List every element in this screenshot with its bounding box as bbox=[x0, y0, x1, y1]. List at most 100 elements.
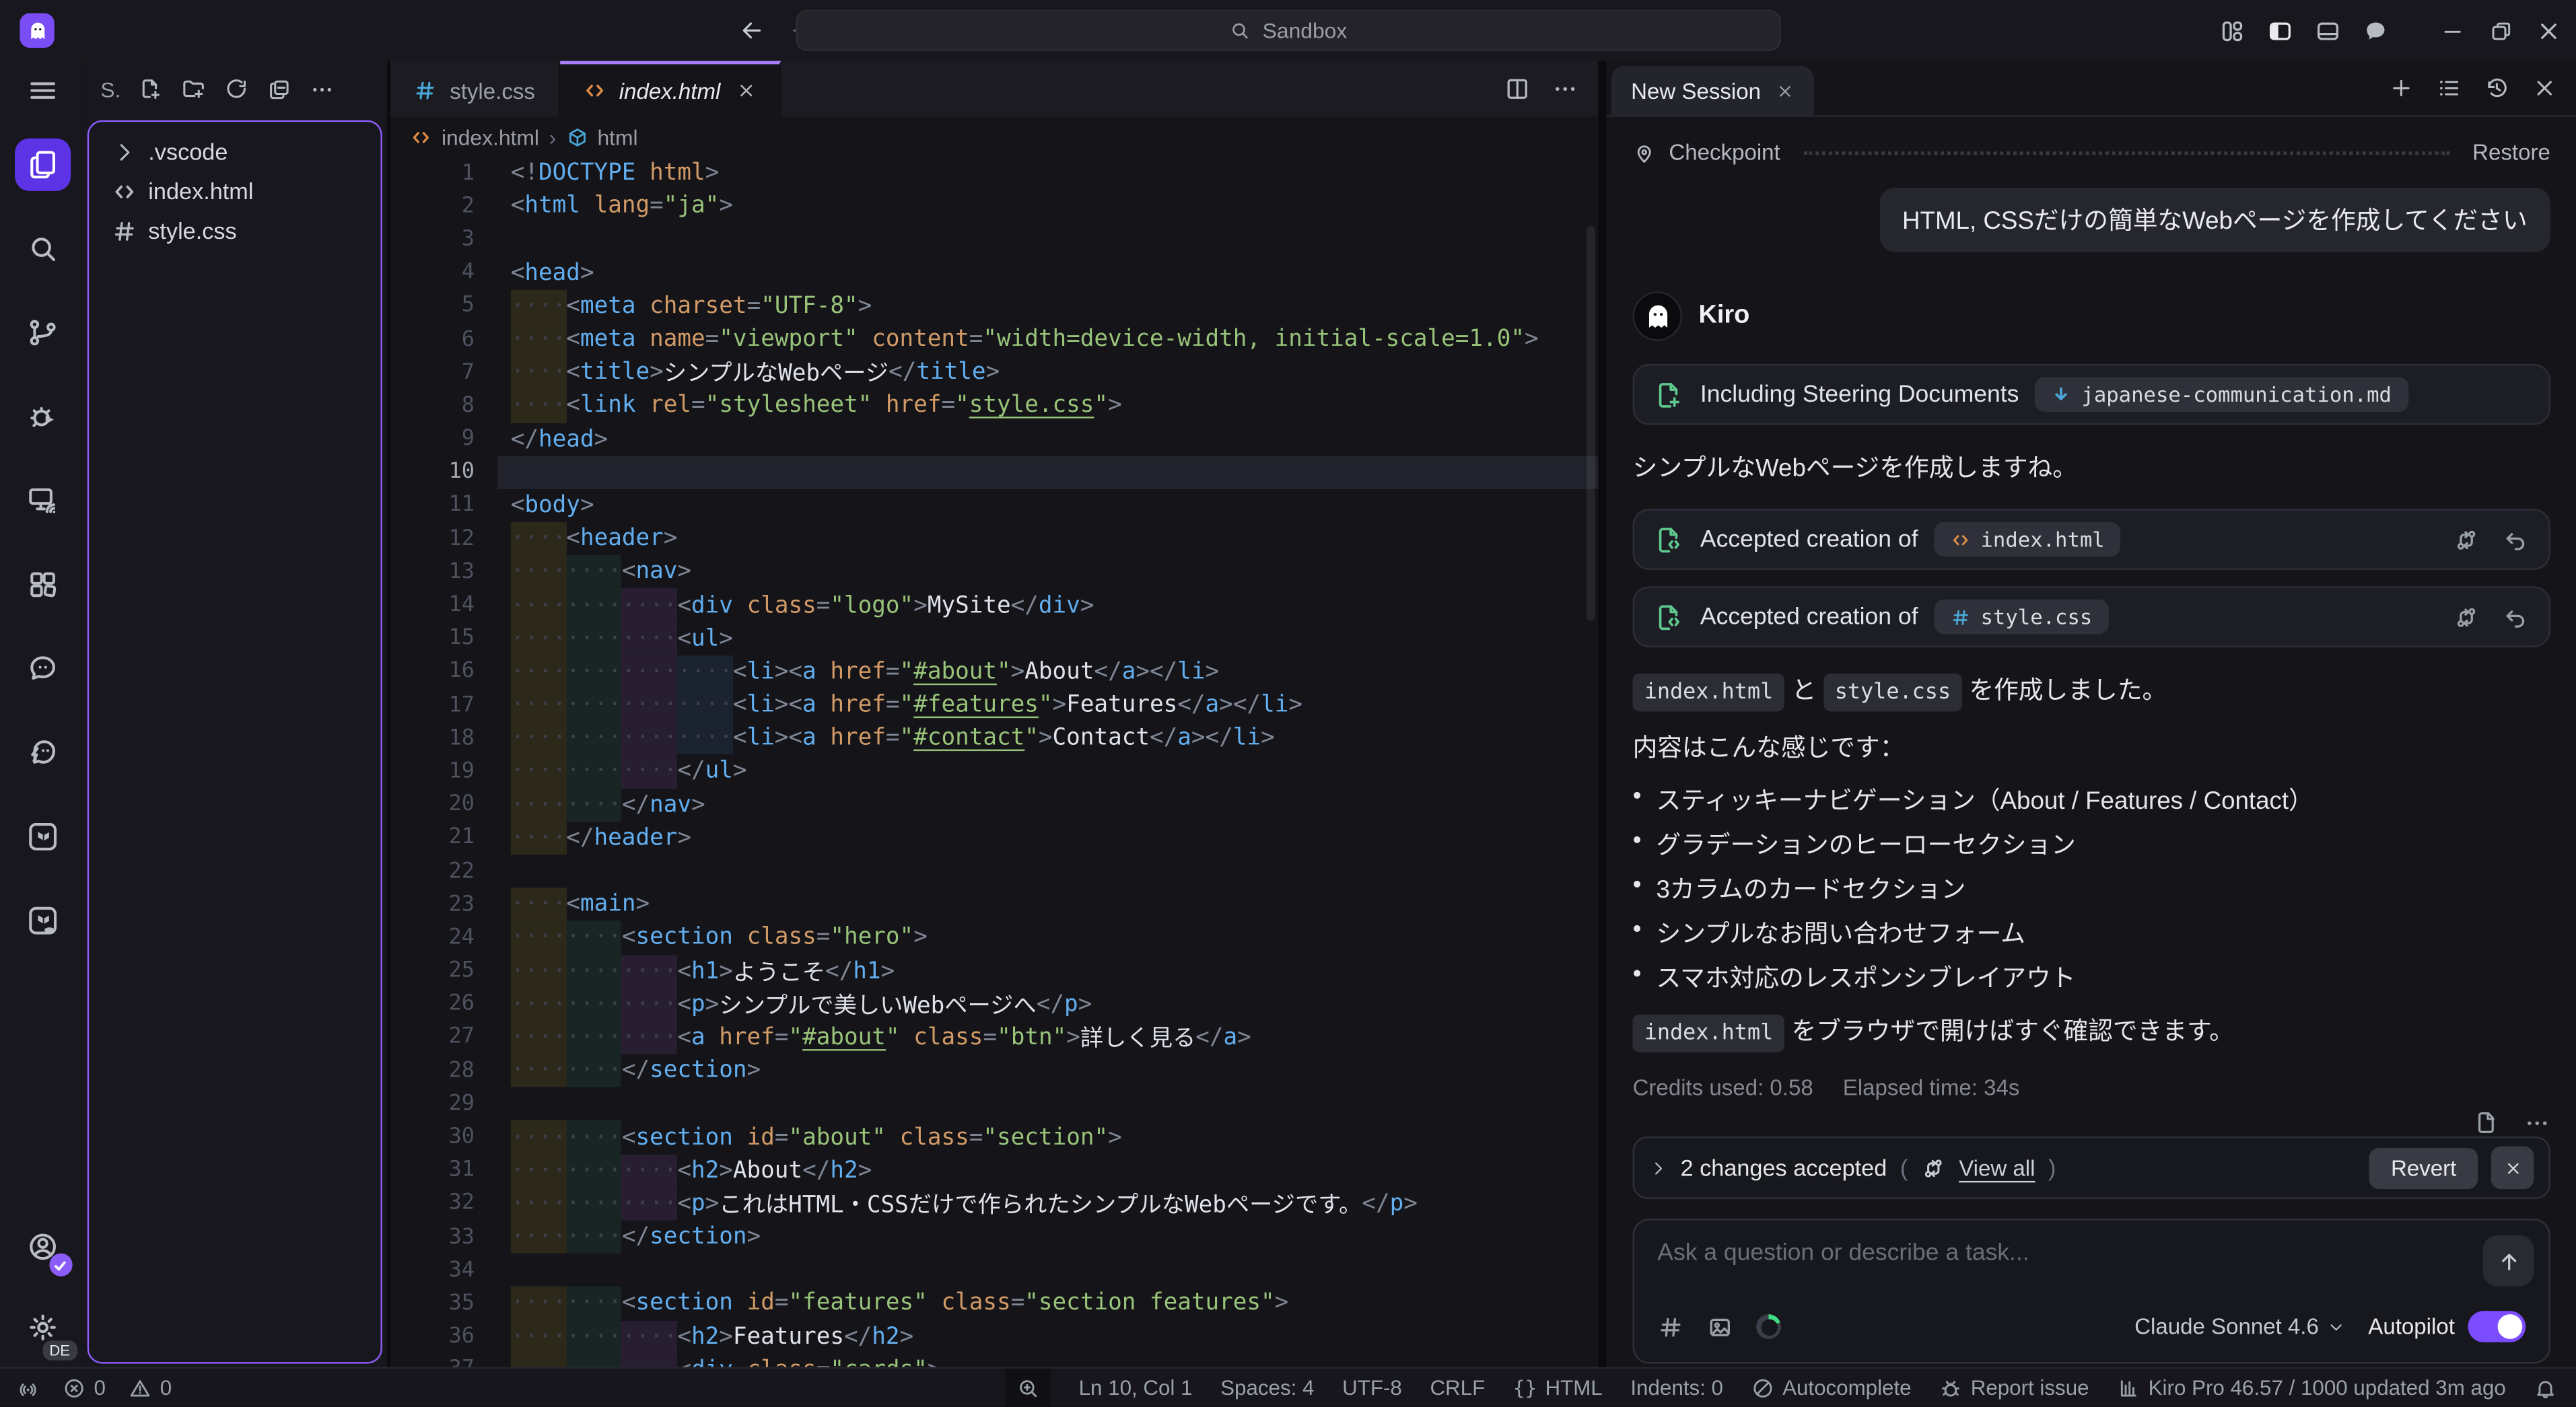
dismiss-changes-button[interactable] bbox=[2491, 1147, 2534, 1190]
code-line[interactable]: 23····<main> bbox=[390, 888, 1598, 921]
status-cursor-position[interactable]: Ln 10, Col 1 bbox=[1079, 1375, 1193, 1400]
code-line[interactable]: 6····<meta name="viewport" content="widt… bbox=[390, 323, 1598, 356]
diff-icon[interactable] bbox=[2453, 526, 2479, 552]
activity-terraform[interactable] bbox=[14, 810, 70, 863]
status-remote-indicator[interactable] bbox=[16, 1376, 39, 1399]
activity-remote[interactable] bbox=[14, 474, 70, 527]
code-line[interactable]: 9</head> bbox=[390, 423, 1598, 456]
autopilot-toggle[interactable] bbox=[2468, 1311, 2526, 1342]
file-chip[interactable]: style.css bbox=[1823, 674, 1963, 711]
close-icon[interactable] bbox=[2536, 17, 2562, 44]
activity-menu-button[interactable] bbox=[14, 64, 70, 116]
activity-debug[interactable] bbox=[14, 390, 70, 443]
code-line[interactable]: 21····</header> bbox=[390, 822, 1598, 855]
code-line[interactable]: 37············<div class="cards"> bbox=[390, 1353, 1598, 1367]
session-close-icon[interactable] bbox=[1776, 81, 1794, 100]
status-encoding[interactable]: UTF-8 bbox=[1342, 1375, 1402, 1400]
undo-icon[interactable] bbox=[2503, 526, 2529, 552]
more-icon[interactable] bbox=[310, 77, 335, 102]
status-report-issue[interactable]: Report issue bbox=[1939, 1375, 2089, 1400]
panel-bottom-icon[interactable] bbox=[2315, 17, 2341, 44]
code-line[interactable]: 7····<title>シンプルなWebページ</title> bbox=[390, 356, 1598, 389]
code-line[interactable]: 19············</ul> bbox=[390, 755, 1598, 788]
usage-ring-icon[interactable] bbox=[1756, 1314, 1781, 1339]
status-notifications[interactable] bbox=[2534, 1376, 2556, 1399]
model-selector[interactable]: Claude Sonnet 4.6 bbox=[2134, 1314, 2345, 1339]
code-line[interactable]: 31············<h2>About</h2> bbox=[390, 1154, 1598, 1187]
code-line[interactable]: 33········</section> bbox=[390, 1221, 1598, 1254]
back-icon[interactable] bbox=[738, 16, 767, 44]
history-icon[interactable] bbox=[2484, 76, 2509, 101]
code-editor[interactable]: 1<!DOCTYPE html>2<html lang="ja">34<head… bbox=[390, 157, 1598, 1367]
code-line[interactable]: 20········</nav> bbox=[390, 788, 1598, 821]
code-line[interactable]: 22 bbox=[390, 855, 1598, 888]
file-chip-index.html[interactable]: index.html bbox=[1935, 522, 2121, 556]
code-line[interactable]: 34 bbox=[390, 1254, 1598, 1287]
settings-button[interactable]: DE bbox=[14, 1301, 70, 1354]
minimize-icon[interactable] bbox=[2440, 17, 2466, 44]
code-line[interactable]: 18················<li><a href="#contact"… bbox=[390, 722, 1598, 755]
code-line[interactable]: 11<body> bbox=[390, 489, 1598, 522]
code-line[interactable]: 12····<header> bbox=[390, 522, 1598, 555]
code-line[interactable]: 28········</section> bbox=[390, 1054, 1598, 1087]
session-tab[interactable]: New Session bbox=[1611, 66, 1814, 115]
send-button[interactable] bbox=[2483, 1235, 2534, 1287]
status-warnings[interactable]: 0 bbox=[129, 1375, 172, 1400]
code-line[interactable]: 4<head> bbox=[390, 256, 1598, 289]
tab-close-icon[interactable] bbox=[737, 81, 757, 100]
collapse-all-icon[interactable] bbox=[267, 77, 292, 102]
attach-image-button[interactable] bbox=[1707, 1313, 1733, 1340]
code-line[interactable]: 26············<p>シンプルで美しいWebページへ</p> bbox=[390, 988, 1598, 1021]
status-indents[interactable]: Indents: 0 bbox=[1630, 1375, 1723, 1400]
activity-files[interactable] bbox=[14, 139, 70, 191]
close-icon[interactable] bbox=[2532, 76, 2557, 101]
code-line[interactable]: 14············<div class="logo">MySite</… bbox=[390, 589, 1598, 622]
code-line[interactable]: 3 bbox=[390, 223, 1598, 256]
checkpoint-restore-link[interactable]: Restore bbox=[2472, 140, 2550, 165]
code-line[interactable]: 36············<h2>Features</h2> bbox=[390, 1320, 1598, 1353]
code-line[interactable]: 10 bbox=[390, 456, 1598, 489]
status-indentation[interactable]: Spaces: 4 bbox=[1220, 1375, 1314, 1400]
status-eol[interactable]: CRLF bbox=[1430, 1375, 1485, 1400]
chat-filled-icon[interactable] bbox=[2363, 17, 2389, 44]
split-editor-icon[interactable] bbox=[1504, 76, 1531, 102]
panel-left-icon[interactable] bbox=[2267, 17, 2293, 44]
breadcrumb-item[interactable]: index.html bbox=[442, 124, 539, 149]
new-folder-icon[interactable] bbox=[182, 77, 207, 102]
activity-terraform-cloud[interactable] bbox=[14, 894, 70, 947]
expand-changes-icon[interactable] bbox=[1649, 1159, 1667, 1177]
file-chip-style.css[interactable]: style.css bbox=[1935, 600, 2109, 634]
view-all-link[interactable]: View all bbox=[1959, 1155, 2035, 1180]
restore-icon[interactable] bbox=[2488, 17, 2514, 44]
revert-button[interactable]: Revert bbox=[2369, 1147, 2478, 1188]
refresh-icon[interactable] bbox=[225, 77, 250, 102]
activity-kiro-chat[interactable] bbox=[14, 643, 70, 695]
file-chip[interactable]: index.html bbox=[1633, 674, 1785, 711]
code-line[interactable]: 16················<li><a href="#about">A… bbox=[390, 655, 1598, 688]
grid-layout-icon[interactable] bbox=[2219, 17, 2246, 44]
code-line[interactable]: 17················<li><a href="#features… bbox=[390, 688, 1598, 721]
status-autocomplete[interactable]: Autocomplete bbox=[1751, 1375, 1912, 1400]
file-item-style.css[interactable]: style.css bbox=[89, 211, 380, 250]
code-line[interactable]: 32············<p>これはHTML・CSSだけで作られたシンプルな… bbox=[390, 1187, 1598, 1220]
status-kiro-pro-usage[interactable]: Kiro Pro 46.57 / 1000 updated 3m ago bbox=[2117, 1375, 2506, 1400]
activity-extensions[interactable] bbox=[14, 558, 70, 611]
file-item-vscode[interactable]: .vscode bbox=[89, 132, 380, 172]
context-hash-button[interactable] bbox=[1657, 1313, 1683, 1340]
code-line[interactable]: 24········<section class="hero"> bbox=[390, 921, 1598, 954]
tasks-icon[interactable] bbox=[2437, 76, 2462, 101]
activity-source-control[interactable] bbox=[14, 306, 70, 359]
code-line[interactable]: 13········<nav> bbox=[390, 555, 1598, 588]
code-line[interactable]: 15············<ul> bbox=[390, 622, 1598, 655]
more-icon[interactable] bbox=[1552, 76, 1578, 102]
editor-scrollbar[interactable] bbox=[1587, 225, 1595, 620]
diff-icon[interactable] bbox=[2453, 604, 2479, 630]
copy-message-button[interactable] bbox=[2471, 1110, 2497, 1137]
kiro-logo[interactable] bbox=[20, 13, 54, 48]
tab-style.css[interactable]: style.css bbox=[390, 61, 560, 117]
chat-input[interactable]: Ask a question or describe a task... Cla… bbox=[1633, 1219, 2550, 1363]
breadcrumb-item[interactable]: html bbox=[597, 124, 637, 149]
activity-ghost-flash[interactable] bbox=[14, 726, 70, 779]
code-line[interactable]: 27············<a href="#about" class="bt… bbox=[390, 1021, 1598, 1054]
command-center-search[interactable]: Sandbox bbox=[796, 10, 1781, 51]
